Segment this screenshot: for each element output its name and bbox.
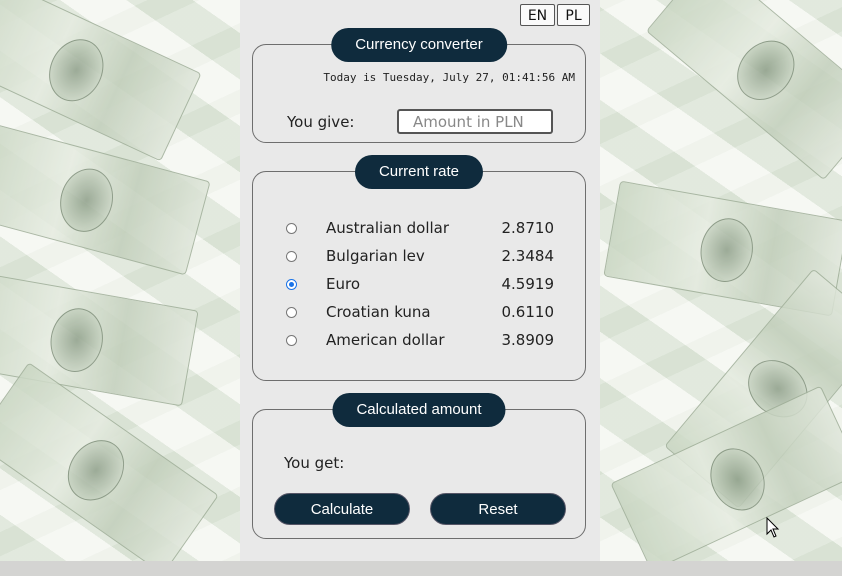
currency-name: Euro: [326, 275, 360, 293]
you-give-label: You give:: [287, 113, 355, 131]
language-pl-button[interactable]: PL: [557, 4, 590, 26]
currency-name: Croatian kuna: [326, 303, 431, 321]
currency-name: American dollar: [326, 331, 445, 349]
reset-button[interactable]: Reset: [430, 493, 566, 525]
bottom-strip: [0, 561, 842, 576]
result-fieldset: Calculated amount You get: Calculate Res…: [252, 393, 586, 539]
currency-rate: 0.6110: [501, 303, 555, 321]
currency-rate: 2.8710: [501, 219, 555, 237]
current-date-text: Today is Tuesday, July 27, 01:41:56 AM: [323, 71, 575, 84]
converter-fieldset: Currency converter Today is Tuesday, Jul…: [252, 28, 586, 143]
radio-euro[interactable]: [286, 279, 297, 290]
radio-american-dollar[interactable]: [286, 335, 297, 346]
radio-australian-dollar[interactable]: [286, 223, 297, 234]
mouse-pointer-icon: [766, 517, 780, 538]
rate-row-euro[interactable]: Euro 4.5919: [253, 271, 587, 299]
currency-rate: 2.3484: [501, 247, 555, 265]
rate-row-croatian-kuna[interactable]: Croatian kuna 0.6110: [253, 299, 587, 327]
rate-row-australian-dollar[interactable]: Australian dollar 2.8710: [253, 215, 587, 243]
banknote-image: [645, 0, 842, 181]
rates-title: Current rate: [354, 155, 484, 189]
currency-name: Bulgarian lev: [326, 247, 425, 265]
calculate-button[interactable]: Calculate: [274, 493, 410, 525]
currency-rate: 3.8909: [501, 331, 555, 349]
rate-row-bulgarian-lev[interactable]: Bulgarian lev 2.3484: [253, 243, 587, 271]
result-title: Calculated amount: [332, 393, 506, 427]
radio-croatian-kuna[interactable]: [286, 307, 297, 318]
radio-bulgarian-lev[interactable]: [286, 251, 297, 262]
amount-input[interactable]: [397, 109, 553, 134]
language-en-button[interactable]: EN: [520, 4, 555, 26]
currency-rate: 4.5919: [501, 275, 555, 293]
rates-fieldset: Current rate Australian dollar 2.8710 Bu…: [252, 155, 587, 381]
converter-title: Currency converter: [331, 28, 507, 62]
converter-panel: EN PL Currency converter Today is Tuesda…: [240, 0, 600, 561]
you-get-label: You get:: [284, 454, 345, 472]
rate-row-american-dollar[interactable]: American dollar 3.8909: [253, 327, 587, 355]
banknote-image: [0, 121, 211, 276]
currency-name: Australian dollar: [326, 219, 450, 237]
